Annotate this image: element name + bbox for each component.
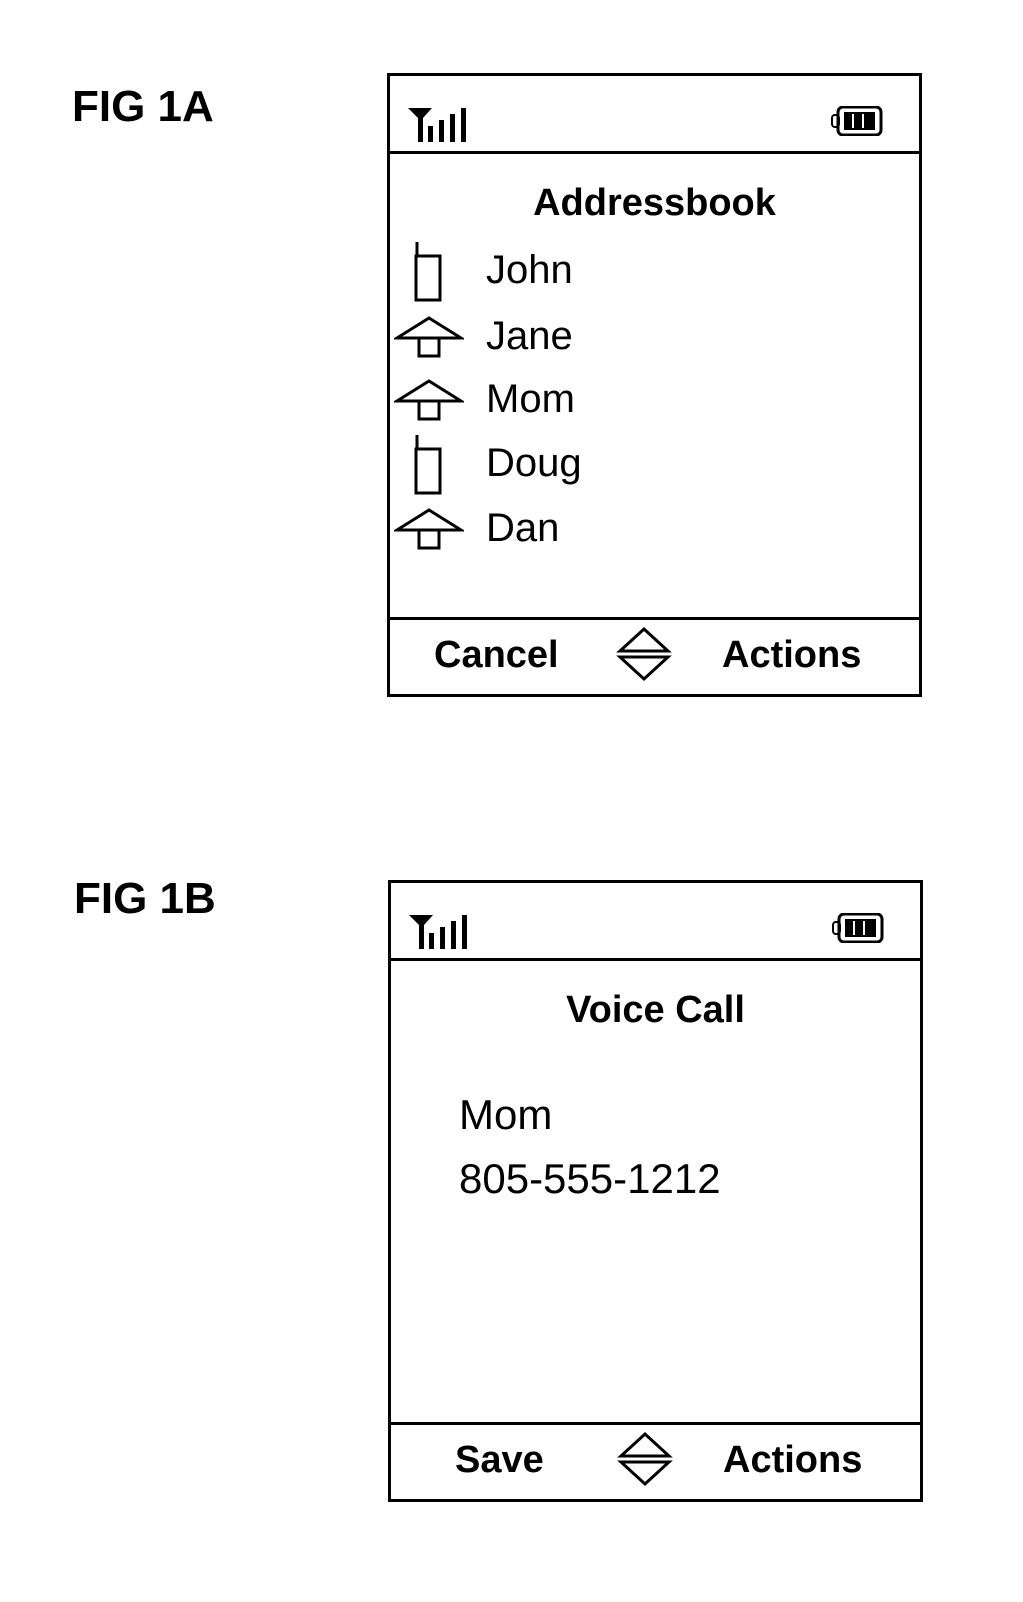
screen-title: Addressbook [533, 182, 776, 224]
contact-name: Dan [486, 506, 560, 550]
battery-icon [831, 106, 883, 136]
battery-icon [832, 913, 884, 943]
actions-softkey[interactable]: Actions [722, 634, 861, 677]
screen-title: Voice Call [566, 989, 745, 1031]
contact-list-item[interactable]: Jane [390, 308, 690, 368]
contact-name: Doug [486, 441, 582, 485]
call-contact-name: Mom [459, 1091, 553, 1138]
contact-list-item[interactable]: Doug [390, 435, 690, 495]
signal-strength-icon [408, 108, 466, 142]
status-bar [390, 76, 919, 154]
mobile-phone-icon [414, 242, 442, 302]
figure-label-1a: FIG 1A [72, 82, 214, 131]
mobile-phone-icon [414, 435, 442, 495]
contact-name: Mom [486, 377, 575, 421]
up-down-navigation-icon[interactable] [616, 625, 672, 683]
figure-label-1b: FIG 1B [74, 874, 216, 923]
up-down-navigation-icon[interactable] [617, 1430, 673, 1488]
contact-name: Jane [486, 314, 573, 358]
contact-list-item[interactable]: John [390, 242, 690, 302]
status-bar [391, 883, 920, 961]
softkey-bar: Save Actions [391, 1422, 920, 1499]
signal-strength-icon [409, 915, 467, 949]
contact-list-item[interactable]: Dan [390, 500, 690, 560]
phone-screen-voice-call: Voice Call Mom 805-555-1212 Save Actions [388, 880, 923, 1502]
softkey-bar: Cancel Actions [390, 617, 919, 694]
call-phone-number: 805-555-1212 [459, 1155, 721, 1202]
actions-softkey[interactable]: Actions [723, 1439, 862, 1482]
home-icon [394, 508, 464, 550]
home-icon [394, 379, 464, 421]
phone-screen-addressbook: Addressbook John Jane Mom Doug Dan Cance… [387, 73, 922, 697]
home-icon [394, 316, 464, 358]
cancel-softkey[interactable]: Cancel [434, 634, 559, 677]
contact-name: John [486, 248, 573, 292]
save-softkey[interactable]: Save [455, 1439, 544, 1482]
contact-list-item[interactable]: Mom [390, 371, 690, 431]
